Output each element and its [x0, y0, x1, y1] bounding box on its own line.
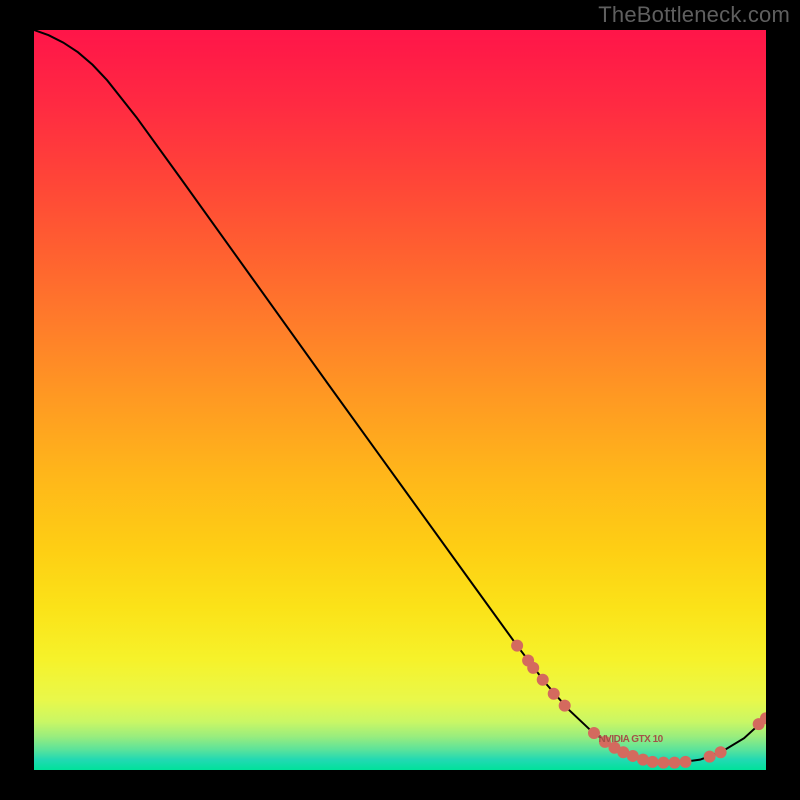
plot-area: NVIDIA GTX 10	[34, 30, 766, 770]
data-dot	[548, 688, 560, 700]
chart-frame: TheBottleneck.com NVIDIA GTX 10	[0, 0, 800, 800]
data-dot	[647, 756, 659, 768]
data-dot	[527, 662, 539, 674]
data-dot	[511, 640, 523, 652]
curve-inline-label: NVIDIA GTX 10	[598, 734, 663, 745]
data-dot	[715, 746, 727, 758]
bottleneck-curve-chart: NVIDIA GTX 10	[34, 30, 766, 770]
data-dot	[669, 757, 681, 769]
gradient-background	[34, 30, 766, 770]
data-dot	[627, 750, 639, 762]
data-dot	[658, 757, 670, 769]
watermark-text: TheBottleneck.com	[598, 2, 790, 28]
data-dot	[704, 751, 716, 763]
data-dot	[679, 756, 691, 768]
data-dot	[559, 700, 571, 712]
data-dot	[537, 674, 549, 686]
